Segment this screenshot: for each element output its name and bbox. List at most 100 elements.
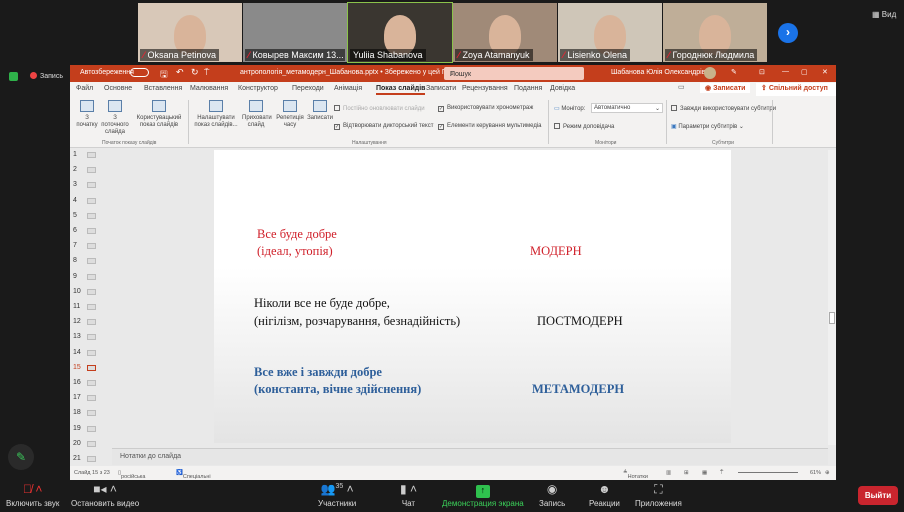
- slide-thumbnail[interactable]: 5: [73, 212, 96, 219]
- slide-label-modern: МОДЕРН: [530, 244, 582, 258]
- participant-tile[interactable]: ⁄ Ковырев Максим 13...: [243, 3, 347, 62]
- record-button[interactable]: ◉ Записати: [700, 83, 751, 93]
- ribbon-tab[interactable]: Анімація: [334, 85, 362, 92]
- avatar[interactable]: [704, 67, 716, 79]
- slide-thumbnail[interactable]: 21: [73, 455, 96, 462]
- slide-thumbnail[interactable]: 15: [73, 364, 96, 371]
- reading-view-button[interactable]: ▦: [702, 470, 707, 476]
- slide-thumbnail[interactable]: 3: [73, 181, 96, 189]
- record-meeting-button[interactable]: ◉ Запись: [539, 482, 565, 508]
- ribbon-tab[interactable]: Довідка: [550, 85, 575, 92]
- unmute-button[interactable]: 🎙̸ ˄ Включить звук: [6, 482, 59, 508]
- slide-thumbnail[interactable]: 10: [73, 288, 96, 295]
- subtitle-settings-button[interactable]: ▣ Параметри субтитрів ⌄: [671, 123, 744, 130]
- slide-thumbnail[interactable]: 2: [73, 166, 96, 174]
- slide-thumbnail[interactable]: 14: [73, 349, 96, 356]
- setup-show-button[interactable]: Налаштувати показ слайдів...: [192, 100, 240, 129]
- timings-checkbox[interactable]: ✓ Використовувати хронометраж: [438, 105, 533, 112]
- keep-updated-checkbox[interactable]: Постійно оновлювати слайди: [334, 105, 425, 112]
- ribbon-tab[interactable]: Подання: [514, 85, 542, 92]
- slide-thumbnail[interactable]: 11: [73, 303, 96, 310]
- chat-button[interactable]: ▮ ˄ Чат: [400, 482, 417, 508]
- minimize-button[interactable]: —: [782, 68, 789, 75]
- slide-thumbnail[interactable]: 17: [73, 394, 96, 402]
- muted-mic-icon: 🎙̸ ˄: [23, 482, 43, 496]
- autosave-toggle[interactable]: [130, 68, 149, 77]
- ribbon-tab[interactable]: Малювання: [190, 85, 228, 92]
- from-current-button[interactable]: З поточного слайда: [100, 100, 130, 136]
- ribbon-tab[interactable]: Переходи: [292, 85, 324, 92]
- reactions-button[interactable]: ☻ Реакции: [589, 482, 620, 508]
- close-button[interactable]: ✕: [822, 68, 828, 76]
- hide-slide-button[interactable]: Приховати слайд: [242, 100, 272, 129]
- vertical-scrollbar[interactable]: [828, 150, 836, 445]
- next-participants-button[interactable]: ›: [778, 23, 798, 43]
- monitor-select[interactable]: Автоматично ⌄: [591, 103, 663, 113]
- share-screen-button[interactable]: ↑ Демонстрация экрана: [442, 482, 524, 508]
- share-screen-icon: ↑: [442, 482, 524, 498]
- slide-thumbnail[interactable]: 20: [73, 440, 96, 447]
- slide-thumbnail[interactable]: 4: [73, 197, 96, 204]
- muted-mic-icon: ⁄: [143, 50, 145, 60]
- view-button[interactable]: ▦ Вид: [872, 10, 896, 19]
- presenter-view-checkbox[interactable]: Режим доповідача: [554, 123, 614, 130]
- ribbon-tab[interactable]: Основне: [104, 85, 132, 92]
- slide-text-modern-line2: (ідеал, утопія): [257, 244, 333, 258]
- slide-thumbnail[interactable]: 7: [73, 242, 96, 250]
- slide-thumbnail[interactable]: 8: [73, 257, 96, 265]
- participant-tile[interactable]: Yuliia Shabanova: [347, 2, 453, 63]
- slide-thumbnail[interactable]: 9: [73, 273, 96, 280]
- slide-thumbnail[interactable]: 6: [73, 227, 96, 234]
- language-button[interactable]: ▯ російська (Україна): [118, 470, 145, 486]
- participant-tile[interactable]: ⁄ Oksana Petinova: [138, 3, 242, 62]
- media-controls-checkbox[interactable]: ✓ Елементи керування мультимедіа: [438, 123, 542, 130]
- leave-button[interactable]: Выйти: [858, 486, 898, 505]
- search-box[interactable]: ⌕ Пошук: [444, 67, 584, 80]
- slide-thumbnail[interactable]: 16: [73, 379, 96, 386]
- participant-tile[interactable]: ⁄ Городнюк Людмила: [663, 3, 767, 62]
- maximize-button[interactable]: ▢: [801, 68, 808, 76]
- meeting-toolbar: 🎙̸ ˄ Включить звук ■◂ ˄ Остановить видео 👥…: [0, 480, 904, 512]
- apps-button[interactable]: ⛶ Приложения: [635, 482, 682, 508]
- normal-view-button[interactable]: ▥: [666, 470, 671, 476]
- slide-text-modern-line1: Все буде добре: [257, 227, 337, 241]
- sorter-view-button[interactable]: ⊞: [684, 470, 689, 476]
- narration-checkbox[interactable]: ✓ Відтворювати дикторський текст: [334, 123, 433, 130]
- ribbon-tab[interactable]: Вставлення: [144, 85, 182, 92]
- zoom-slider[interactable]: [738, 472, 798, 473]
- ribbon-tab[interactable]: Показ слайдів: [376, 85, 426, 95]
- notes-pane[interactable]: Нотатки до слайда: [112, 448, 828, 465]
- document-title[interactable]: антропологія_метамодерн_Шабанова.pptx • …: [240, 69, 451, 76]
- from-start-button[interactable]: З початку: [76, 100, 98, 129]
- slide-thumbnail[interactable]: 1: [73, 151, 96, 158]
- slide-thumbnail[interactable]: 18: [73, 409, 96, 417]
- notes-button[interactable]: ≜ Нотатки: [623, 470, 648, 480]
- slideshow-view-button[interactable]: ⍑: [720, 470, 723, 477]
- slide-thumbnail[interactable]: 13: [73, 333, 96, 341]
- layout-icon[interactable]: ⊡: [759, 68, 765, 76]
- slide-thumbnail[interactable]: 19: [73, 425, 96, 432]
- custom-show-button[interactable]: Користувацький показ слайдів: [134, 100, 184, 129]
- rehearse-timings-button[interactable]: Репетиція часу: [275, 100, 305, 129]
- presenter-icon[interactable]: ⍑: [204, 67, 209, 78]
- pen-icon[interactable]: ✎: [731, 68, 737, 76]
- ribbon-tab[interactable]: Записати: [426, 85, 456, 92]
- redo-icon[interactable]: ↻: [191, 67, 199, 78]
- stop-video-button[interactable]: ■◂ ˄ Остановить видео: [71, 482, 139, 508]
- accessibility-button[interactable]: ♿ Спеціальні можливості: щось не так: [176, 470, 214, 492]
- always-subtitles-checkbox[interactable]: Завжди використовувати субтитри: [671, 105, 776, 112]
- ribbon-tab[interactable]: Файл: [76, 85, 93, 92]
- slide-canvas[interactable]: Все буде добре (ідеал, утопія) МОДЕРН Ні…: [214, 150, 731, 443]
- ribbon-tab[interactable]: Конструктор: [238, 85, 278, 92]
- fit-slide-icon[interactable]: ⊕: [825, 470, 830, 476]
- slide-thumbnail[interactable]: 12: [73, 318, 96, 326]
- comments-button[interactable]: ▭: [678, 83, 685, 91]
- participant-tile[interactable]: ⁄ Lisienko Olena: [558, 3, 662, 62]
- record-show-button[interactable]: Записати: [306, 100, 334, 122]
- undo-icon[interactable]: ↶: [176, 67, 184, 78]
- save-icon[interactable]: 🖫: [160, 67, 168, 83]
- participants-button[interactable]: 👥35 ˄ Участники: [318, 482, 356, 508]
- participant-tile[interactable]: ⁄ Zoya Atamanyuk: [453, 3, 557, 62]
- ribbon-tab[interactable]: Рецензування: [462, 85, 508, 92]
- annotate-button[interactable]: ✎: [8, 444, 34, 470]
